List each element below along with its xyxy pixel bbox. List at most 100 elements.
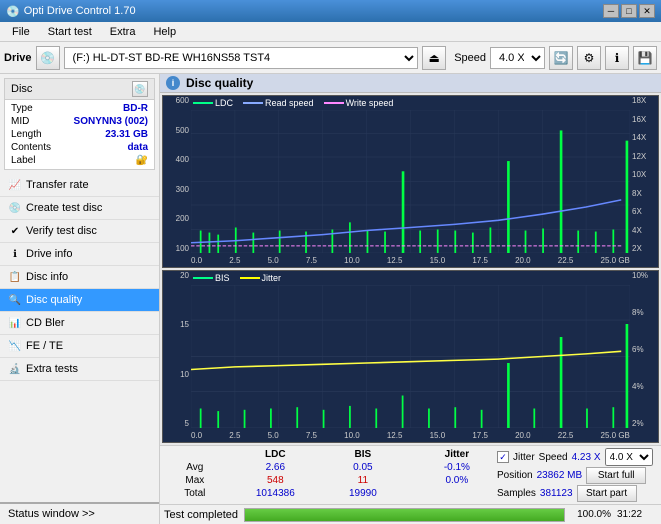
disc-panel-header: Disc 💿 <box>5 79 154 100</box>
disc-quality-header-icon: i <box>166 76 180 90</box>
nav-verify-test-disc[interactable]: ✔ Verify test disc <box>0 220 159 243</box>
nav-disc-info[interactable]: 📋 Disc info <box>0 266 159 289</box>
settings-button[interactable]: ⚙ <box>577 46 601 70</box>
verify-test-disc-icon: ✔ <box>8 224 22 238</box>
disc-contents-value: data <box>127 142 148 153</box>
legend-write-speed: Write speed <box>324 98 394 108</box>
legend-ldc-label: LDC <box>215 98 233 108</box>
samples-row: Samples 381123 Start part <box>497 485 657 502</box>
menu-start-test[interactable]: Start test <box>40 24 100 40</box>
progress-percent: 100.0% <box>571 509 611 520</box>
avg-label: Avg <box>164 461 226 474</box>
chart-ldc: LDC Read speed Write speed 6005004003002… <box>162 95 659 268</box>
nav-disc-quality-label: Disc quality <box>26 294 82 306</box>
nav-fe-te-label: FE / TE <box>26 340 63 352</box>
disc-info-icon: 📋 <box>8 270 22 284</box>
disc-type-value: BD-R <box>123 103 148 114</box>
menu-file[interactable]: File <box>4 24 38 40</box>
nav-create-test-disc[interactable]: 💿 Create test disc <box>0 197 159 220</box>
speed-label-stat: Speed <box>539 452 568 463</box>
disc-mid-label: MID <box>11 116 29 127</box>
total-bis-value: 19990 <box>325 487 401 500</box>
disc-label-label: Label <box>11 155 35 166</box>
avg-jitter-value: -0.1% <box>421 461 493 474</box>
menu-help[interactable]: Help <box>145 24 184 40</box>
col-bis-header: BIS <box>325 448 401 461</box>
close-button[interactable]: ✕ <box>639 4 655 18</box>
nav-extra-tests[interactable]: 🔬 Extra tests <box>0 358 159 381</box>
legend-write-speed-label: Write speed <box>346 98 394 108</box>
status-window-button[interactable]: Status window >> <box>0 502 159 524</box>
chart2-y-right: 10%8%6%4%2% <box>630 271 658 428</box>
drive-icon-btn[interactable]: 💿 <box>36 46 60 70</box>
nav-fe-te[interactable]: 📉 FE / TE <box>0 335 159 358</box>
chart2-x-axis: 0.02.55.07.510.012.515.017.520.022.525.0… <box>191 428 630 442</box>
toolbar: Drive 💿 (F:) HL-DT-ST BD-RE WH16NS58 TST… <box>0 42 661 74</box>
start-full-button[interactable]: Start full <box>586 467 646 484</box>
avg-bis-value: 0.05 <box>325 461 401 474</box>
nav-drive-info[interactable]: ℹ Drive info <box>0 243 159 266</box>
max-bis-value: 11 <box>325 474 401 487</box>
legend-ldc: LDC <box>193 98 233 108</box>
nav-verify-test-disc-label: Verify test disc <box>26 225 97 237</box>
disc-mid-value: SONYNN3 (002) <box>74 116 148 127</box>
max-label: Max <box>164 474 226 487</box>
chart1-svg <box>191 110 630 253</box>
chart1-y-left: 600500400300200100 <box>163 96 191 253</box>
stats-data-table: LDC BIS Jitter Avg 2.66 0.05 -0.1% <box>164 448 493 500</box>
title-bar-left: 💿 Opti Drive Control 1.70 <box>6 5 136 18</box>
samples-label: Samples <box>497 488 536 499</box>
disc-label-row: Label 🔐 <box>9 154 150 167</box>
total-jitter-value <box>421 487 493 500</box>
drive-select[interactable]: (F:) HL-DT-ST BD-RE WH16NS58 TST4 <box>64 47 419 69</box>
speed-val-stat: 4.23 X <box>572 452 601 463</box>
progress-bar-fill <box>245 509 564 521</box>
disc-length-row: Length 23.31 GB <box>9 128 150 141</box>
total-label: Total <box>164 487 226 500</box>
main-area: Disc 💿 Type BD-R MID SONYNN3 (002) Lengt… <box>0 74 661 524</box>
info-button[interactable]: ℹ <box>605 46 629 70</box>
legend-bis-label: BIS <box>215 273 230 283</box>
status-window-label: Status window >> <box>8 508 95 520</box>
jitter-checkbox[interactable]: ✓ <box>497 451 509 463</box>
nav-drive-info-label: Drive info <box>26 248 72 260</box>
disc-quality-header: i Disc quality <box>160 74 661 93</box>
disc-panel-icon[interactable]: 💿 <box>132 81 148 97</box>
nav-disc-quality[interactable]: 🔍 Disc quality <box>0 289 159 312</box>
speed-select[interactable]: 4.0 X <box>490 47 545 69</box>
chart2-plot <box>191 285 630 428</box>
disc-info-rows: Type BD-R MID SONYNN3 (002) Length 23.31… <box>5 100 154 169</box>
stats-right: ✓ Jitter Speed 4.23 X 4.0 X Position 238… <box>497 448 657 502</box>
start-part-button[interactable]: Start part <box>577 485 637 502</box>
progress-bar-container <box>244 508 565 522</box>
col-jitter-header: Jitter <box>421 448 493 461</box>
disc-mid-row: MID SONYNN3 (002) <box>9 115 150 128</box>
create-test-disc-icon: 💿 <box>8 201 22 215</box>
legend-bis: BIS <box>193 273 230 283</box>
nav-cd-bler[interactable]: 📊 CD Bler <box>0 312 159 335</box>
stats-row: LDC BIS Jitter Avg 2.66 0.05 -0.1% <box>160 445 661 504</box>
legend-read-speed: Read speed <box>243 98 314 108</box>
refresh-button[interactable]: 🔄 <box>549 46 573 70</box>
chart1-legend: LDC Read speed Write speed <box>193 98 393 108</box>
menu-extra[interactable]: Extra <box>102 24 144 40</box>
stats-avg-row: Avg 2.66 0.05 -0.1% <box>164 461 493 474</box>
disc-type-label: Type <box>11 103 33 114</box>
drive-info-icon: ℹ <box>8 247 22 261</box>
chart1-plot <box>191 110 630 253</box>
extra-tests-icon: 🔬 <box>8 362 22 376</box>
elapsed-time: 31:22 <box>617 509 657 520</box>
save-button[interactable]: 💾 <box>633 46 657 70</box>
minimize-button[interactable]: ─ <box>603 4 619 18</box>
test-status: Test completed <box>164 509 238 521</box>
nav-create-test-disc-label: Create test disc <box>26 202 102 214</box>
jitter-checkbox-row: ✓ Jitter Speed 4.23 X 4.0 X <box>497 448 657 466</box>
disc-quality-title: Disc quality <box>186 76 253 90</box>
eject-button[interactable]: ⏏ <box>422 46 446 70</box>
maximize-button[interactable]: □ <box>621 4 637 18</box>
speed-stat-select[interactable]: 4.0 X <box>605 448 653 466</box>
disc-label-value: 🔐 <box>136 155 148 166</box>
nav-transfer-rate[interactable]: 📈 Transfer rate <box>0 174 159 197</box>
progress-bar-row: Test completed 100.0% 31:22 <box>160 504 661 524</box>
title-bar: 💿 Opti Drive Control 1.70 ─ □ ✕ <box>0 0 661 22</box>
